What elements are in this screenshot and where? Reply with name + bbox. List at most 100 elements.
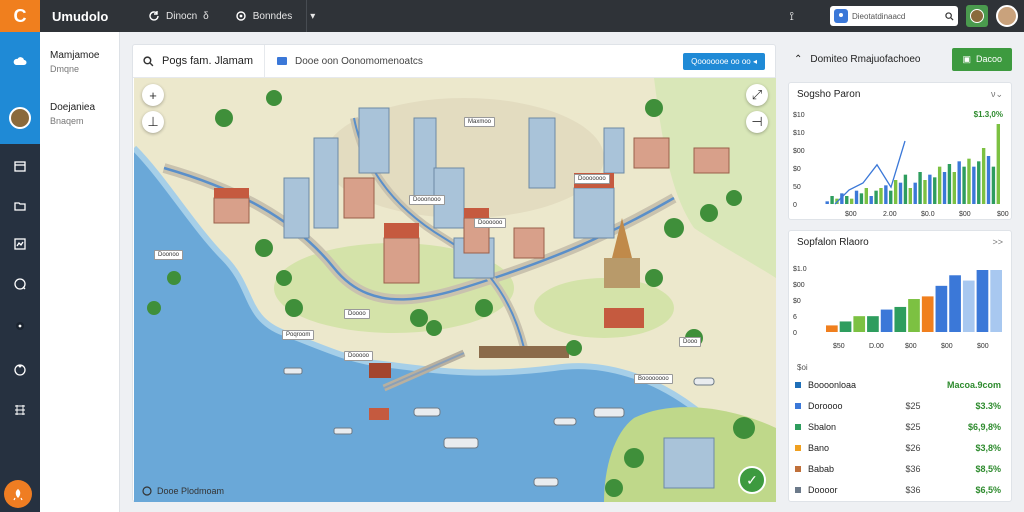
- y-tick-label: 0: [793, 330, 797, 337]
- map-label[interactable]: Boooooooo: [634, 374, 673, 384]
- x-tick-label: D.00: [869, 343, 884, 350]
- map-label[interactable]: Dooo: [679, 337, 702, 347]
- legend-percent: $36: [905, 463, 921, 474]
- bar: [947, 164, 952, 204]
- y-tick-label: $00: [793, 282, 805, 289]
- top-search-box[interactable]: Dieotatdinaacd: [830, 6, 958, 26]
- bar: [849, 198, 854, 204]
- chart-card-2-header: Sopfalon Rlaoro >>: [789, 231, 1011, 254]
- map-label[interactable]: Doooooo: [474, 218, 507, 228]
- top-right-tools: ⟟ Dieotatdinaacd: [790, 0, 1024, 32]
- location-icon: [14, 364, 26, 376]
- x-tick-label: $0.0: [921, 211, 935, 218]
- search-icon: [143, 55, 154, 66]
- legend-percent: $36: [905, 484, 921, 495]
- legend-label: Babab: [808, 463, 835, 474]
- right-panel-action-button[interactable]: ▣ Dacoo: [952, 47, 1012, 71]
- bar: [935, 285, 948, 332]
- bar: [825, 201, 829, 204]
- x-tick-label: $00: [905, 343, 917, 350]
- list-item[interactable]: Bano $26 $3,8%: [789, 437, 1011, 458]
- bar: [859, 193, 864, 204]
- legend-list: Boooonloaa Macoa.9com Doroooo $25 $3.3% Sbalo…: [789, 374, 1011, 500]
- value-label: $1.3,0%: [974, 110, 1003, 119]
- primary-action-button[interactable]: Qooooooe oo oo ◂: [683, 52, 765, 70]
- chart-card-1: Sogsho Paron ν⌄ $10 $10 $00 $0 50 0 $1.3,0% $00…: [788, 82, 1012, 220]
- rail-item-user[interactable]: [0, 92, 40, 144]
- map-label[interactable]: Maxmoo: [464, 117, 496, 127]
- map-footer: Dooe Plodmoam: [142, 486, 224, 496]
- map-label[interactable]: Doonoo: [154, 250, 184, 260]
- search-icon[interactable]: [945, 11, 954, 21]
- legend-percent: $26: [905, 442, 921, 453]
- map-label[interactable]: Dooooo: [344, 351, 374, 361]
- bar: [918, 172, 922, 204]
- bar: [972, 166, 976, 204]
- wand-icon[interactable]: ⟟: [790, 9, 794, 24]
- bar: [903, 174, 908, 204]
- list-item[interactable]: Boooonloaa Macoa.9com: [789, 374, 1011, 395]
- list-item[interactable]: Doroooo $25 $3.3%: [789, 395, 1011, 416]
- breadcrumb[interactable]: Dooe oon Oonomomenoatcs: [277, 56, 423, 67]
- cloud-icon: [13, 57, 27, 65]
- sidebar-item-project-2[interactable]: Doejaniea Bnaqem: [40, 74, 119, 126]
- bar: [962, 280, 975, 332]
- bar: [830, 196, 834, 204]
- map-canvas[interactable]: + ⊥ ⤢ ⊣ Doonoo Poqroom Doooo Maxmoo Dooo…: [134, 78, 776, 502]
- topnav-item-dinocn[interactable]: Dinocn δ: [148, 10, 209, 22]
- bar: [952, 172, 956, 204]
- rail-item-grid[interactable]: [0, 398, 40, 422]
- bar: [990, 270, 1002, 332]
- bar: [976, 270, 989, 332]
- map-expand-button[interactable]: ⤢: [746, 84, 768, 106]
- chart-card-1-title: Sogsho Paron: [797, 89, 861, 100]
- y-tick-label: 0: [793, 202, 797, 209]
- top-search-input[interactable]: Dieotatdinaacd: [852, 12, 941, 21]
- map-zoom-button[interactable]: +: [142, 84, 164, 106]
- map-label[interactable]: Dooooooo: [574, 174, 610, 184]
- chevron-down-icon[interactable]: ν⌄: [991, 89, 1003, 100]
- list-item[interactable]: Sbalon $25 $6,9,8%: [789, 416, 1011, 437]
- topnav-item-bonndes[interactable]: Bonndes ▾: [235, 10, 315, 22]
- map-label[interactable]: Poqroom: [282, 330, 315, 340]
- bar: [845, 196, 849, 204]
- sidebar-item-project-1[interactable]: Mamjamoe Dmqne: [40, 32, 119, 74]
- rail-item-calendar[interactable]: [0, 154, 40, 178]
- bar: [913, 182, 917, 204]
- bar: [908, 188, 912, 204]
- rail-item-cloud[interactable]: [0, 32, 40, 92]
- map-label[interactable]: Doooo: [344, 309, 370, 319]
- map-compass-button[interactable]: ⊣: [746, 111, 768, 133]
- rail-item-dot[interactable]: [0, 314, 40, 338]
- bar: [854, 190, 859, 204]
- map-label[interactable]: Dooonooo: [409, 195, 445, 205]
- legend-value: $8,5%: [975, 463, 1001, 474]
- legend-value: $3,8%: [975, 442, 1001, 453]
- list-item[interactable]: Doooor $36 $6,5%: [789, 479, 1011, 500]
- map-confirm-button[interactable]: ✓: [738, 466, 766, 494]
- map-card: Pogs fam. Jlamam Dooe oon Oonomomenoatcs…: [132, 44, 776, 502]
- chart-icon: [14, 238, 26, 250]
- rail-item-help[interactable]: [0, 272, 40, 296]
- chevron-right-icon[interactable]: >>: [992, 237, 1003, 248]
- list-item[interactable]: Babab $36 $8,5%: [789, 458, 1011, 479]
- legend-value: $3.3%: [975, 400, 1001, 411]
- avatar[interactable]: [996, 5, 1018, 27]
- map-pan-button[interactable]: ⊥: [142, 111, 164, 133]
- bar: [879, 188, 883, 204]
- map-search[interactable]: Pogs fam. Jlamam: [143, 44, 265, 78]
- rail-item-location[interactable]: [0, 358, 40, 382]
- rail-item-folder[interactable]: [0, 194, 40, 218]
- rail-action-button[interactable]: [4, 480, 32, 508]
- legend-section-label: $oi: [797, 363, 808, 372]
- calendar-icon: [14, 161, 26, 172]
- top-bar: C Umudolo Dinocn δ Bonndes ▾ ⟟ Dieotatdi…: [0, 0, 1024, 32]
- legend-swatch: [795, 444, 801, 451]
- bar: [889, 190, 893, 204]
- rail-item-analytics[interactable]: [0, 232, 40, 256]
- profile-button[interactable]: [966, 5, 988, 27]
- bar: [874, 190, 878, 204]
- app-logo[interactable]: C: [0, 0, 40, 32]
- chevron-down-icon[interactable]: ▾: [310, 11, 315, 22]
- project-name: Mamjamoe: [50, 50, 100, 61]
